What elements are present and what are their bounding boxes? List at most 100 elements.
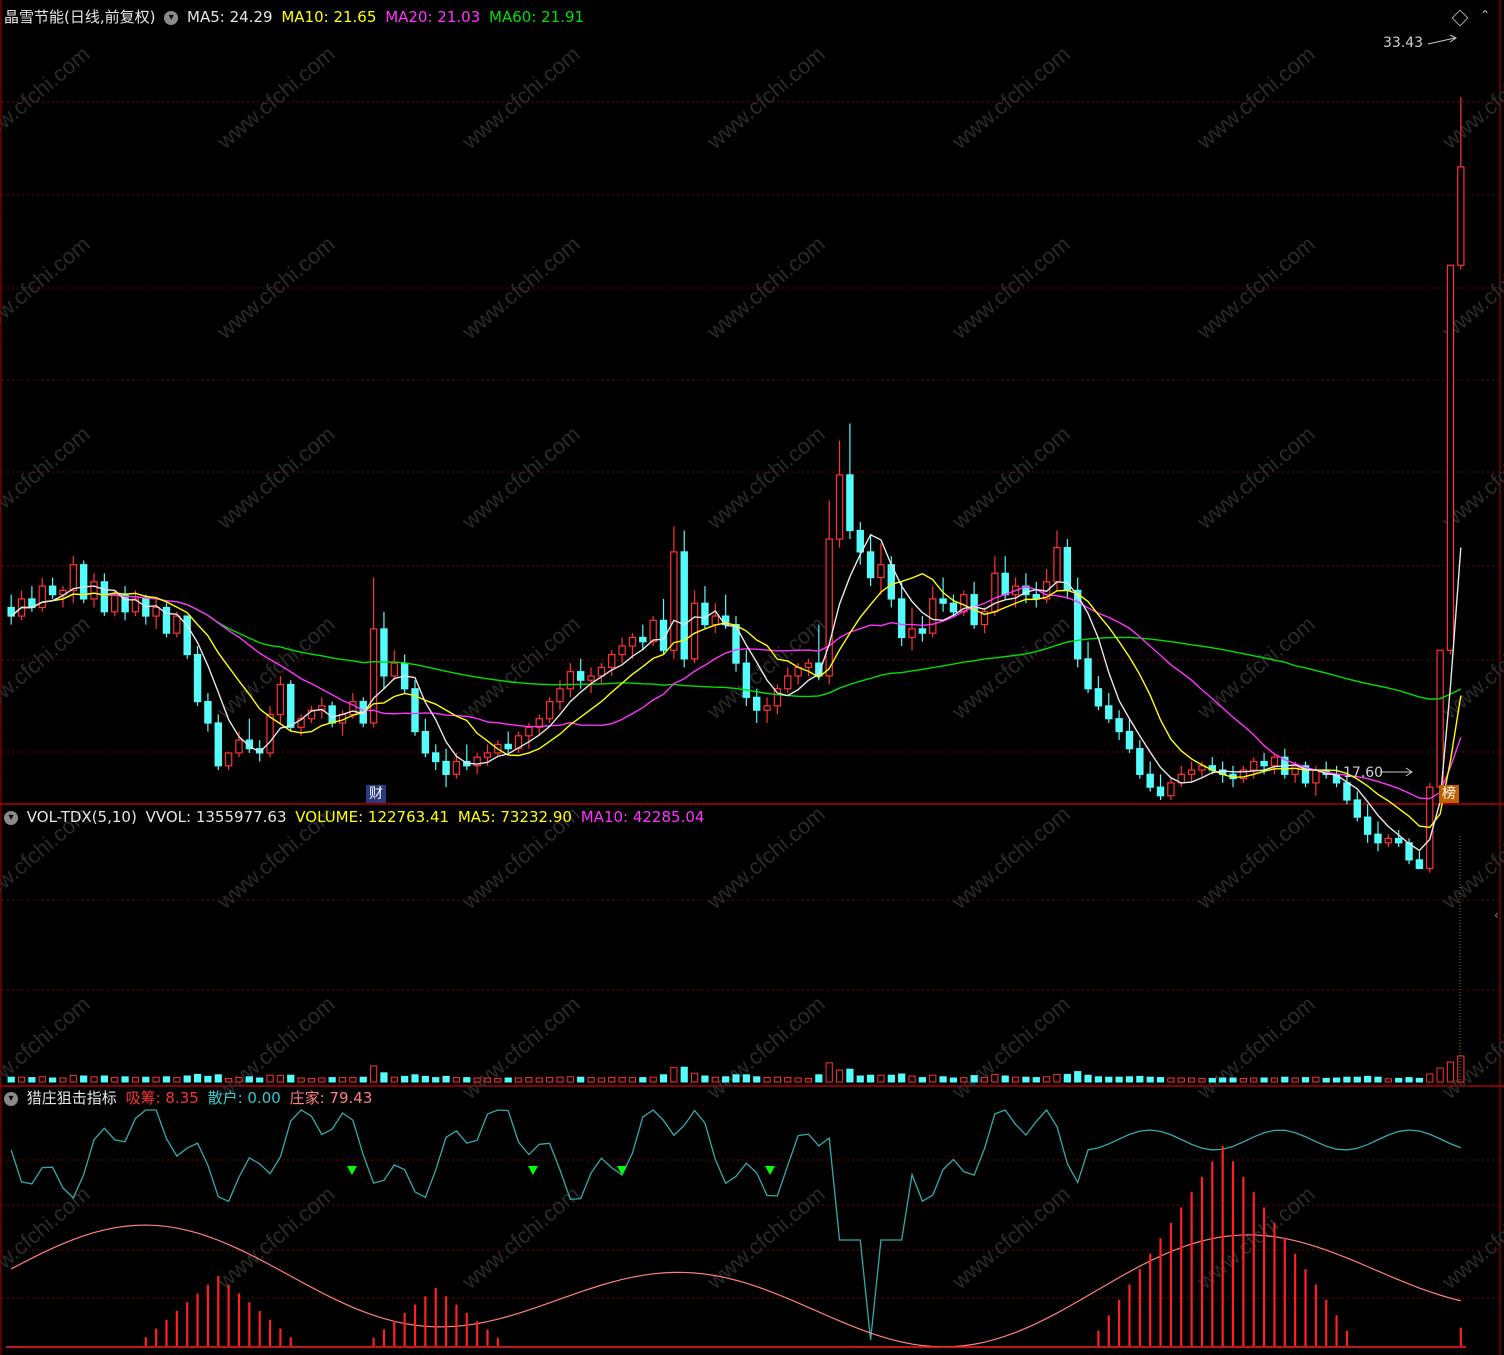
candle-body bbox=[670, 551, 678, 651]
candle-body bbox=[214, 722, 222, 767]
watermark-text: www.cfchi.com bbox=[1191, 41, 1319, 154]
watermark-text: www.cfchi.com bbox=[211, 41, 339, 154]
stock-chart-window[interactable]: www.cfchi.com www.cfchi.com www.cfchi.com w… bbox=[0, 0, 1504, 1355]
volume-bar bbox=[390, 1076, 398, 1083]
stock-title[interactable]: 晶雪节能(日线,前复权) bbox=[4, 8, 155, 26]
candle-body bbox=[452, 760, 461, 775]
finance-tag[interactable]: 财 bbox=[366, 785, 386, 803]
volume-bar bbox=[121, 1076, 129, 1083]
volume-bar bbox=[235, 1077, 243, 1083]
scroll-up-icon[interactable]: ⌃ bbox=[1480, 8, 1490, 22]
watermark-text: www.cfchi.com bbox=[1436, 41, 1504, 154]
main-panel-header: 晶雪节能(日线,前复权) ▾ MA5: 24.29 MA10: 21.65 MA… bbox=[4, 8, 588, 26]
volume-options-icon[interactable]: ▾ bbox=[4, 810, 18, 825]
watermark-text: www.cfchi.com bbox=[1191, 421, 1319, 534]
volume-bar bbox=[1177, 1077, 1185, 1083]
indicator-title[interactable]: 猎庄狙击指标 bbox=[27, 1089, 117, 1107]
candle-body bbox=[680, 551, 688, 660]
volume-bar bbox=[111, 1077, 119, 1083]
candle-body bbox=[1084, 658, 1092, 690]
candle-body bbox=[587, 675, 595, 681]
volume-bar bbox=[287, 1074, 295, 1083]
scroll-handle-icon[interactable]: ‹ bbox=[1494, 908, 1499, 922]
volume-bar bbox=[473, 1077, 481, 1083]
panel-options-icon[interactable]: ▾ bbox=[164, 10, 179, 25]
volume-bar bbox=[1032, 1077, 1040, 1083]
volume-bar bbox=[1053, 1073, 1061, 1083]
candle-body bbox=[784, 675, 792, 690]
volume-bar bbox=[784, 1077, 792, 1083]
volume-bar bbox=[266, 1074, 274, 1083]
candle-body bbox=[856, 529, 864, 553]
volume-bar bbox=[421, 1075, 429, 1083]
candle-body bbox=[193, 653, 202, 703]
candle-body bbox=[545, 701, 554, 720]
retail-label: 散户: 0.00 bbox=[207, 1089, 281, 1107]
volume-title[interactable]: VOL-TDX(5,10) bbox=[27, 808, 137, 826]
candle-body bbox=[877, 564, 885, 579]
volume-bar bbox=[1156, 1077, 1165, 1083]
volume-bar bbox=[1332, 1077, 1341, 1083]
watermark-text: www.cfchi.com bbox=[1436, 231, 1504, 344]
candle-body bbox=[701, 602, 709, 626]
watermark-text: www.cfchi.com bbox=[0, 991, 95, 1104]
watermark-text: www.cfchi.com bbox=[1191, 801, 1319, 914]
watermark-text: www.cfchi.com bbox=[946, 421, 1074, 534]
candle-body bbox=[711, 615, 719, 626]
candle-body bbox=[628, 636, 637, 647]
volume-bar bbox=[856, 1075, 864, 1083]
volume-bar bbox=[1043, 1076, 1051, 1083]
volume-bar bbox=[1457, 1055, 1465, 1083]
volume-bar bbox=[162, 1076, 171, 1083]
candle-body bbox=[576, 671, 585, 681]
volume-bar bbox=[1074, 1071, 1082, 1083]
candle-body bbox=[753, 696, 761, 711]
list-tag[interactable]: 榜 bbox=[1439, 785, 1459, 803]
candle-body bbox=[1125, 730, 1134, 750]
buy-signal-icon bbox=[528, 1166, 538, 1175]
volume-bar bbox=[1198, 1077, 1206, 1083]
volume-bar bbox=[1219, 1077, 1227, 1083]
volume-bar bbox=[1436, 1067, 1444, 1083]
volume-bar bbox=[1115, 1076, 1123, 1083]
volume-bar bbox=[38, 1076, 46, 1083]
low-price-label: 17.60 bbox=[1343, 765, 1384, 781]
volume-bar bbox=[690, 1072, 699, 1083]
volume-bar bbox=[1405, 1077, 1413, 1083]
volume-bar bbox=[960, 1077, 968, 1083]
volume-bar bbox=[59, 1077, 67, 1083]
volume-bar bbox=[773, 1076, 782, 1083]
volume-bar bbox=[939, 1076, 947, 1083]
candle-body bbox=[1167, 782, 1175, 797]
watermark-text: www.cfchi.com bbox=[456, 231, 584, 344]
volume-bar bbox=[1343, 1076, 1351, 1083]
volume-bar bbox=[483, 1077, 492, 1083]
indicator-options-icon[interactable]: ▾ bbox=[4, 1091, 18, 1106]
volume-bar bbox=[1208, 1077, 1216, 1083]
candle-body bbox=[204, 701, 212, 724]
volume-bar bbox=[48, 1077, 57, 1083]
volume-bar bbox=[877, 1074, 885, 1083]
watermark-text: www.cfchi.com bbox=[701, 1181, 829, 1294]
volume-bar bbox=[949, 1077, 958, 1083]
candle-body bbox=[173, 615, 181, 634]
candle-body bbox=[649, 619, 657, 643]
candle-body bbox=[1291, 765, 1299, 775]
volume-bar bbox=[546, 1077, 554, 1083]
candle-body bbox=[1115, 718, 1123, 733]
volume-bar bbox=[566, 1076, 574, 1083]
volume-bar bbox=[991, 1073, 999, 1083]
candle-body bbox=[929, 598, 937, 634]
candle-body bbox=[183, 615, 191, 656]
volume-bar bbox=[1250, 1077, 1258, 1083]
candle-body bbox=[897, 598, 906, 639]
high-arrow-icon bbox=[1427, 34, 1457, 45]
watermark-text: www.cfchi.com bbox=[1436, 611, 1504, 724]
candle-body bbox=[742, 662, 751, 698]
candle-body bbox=[1436, 649, 1444, 788]
candle-body bbox=[1384, 837, 1393, 844]
candle-body bbox=[1270, 756, 1279, 767]
volume-bar bbox=[1374, 1076, 1382, 1083]
volume-bar bbox=[1094, 1076, 1103, 1083]
volume-bar bbox=[131, 1077, 140, 1083]
